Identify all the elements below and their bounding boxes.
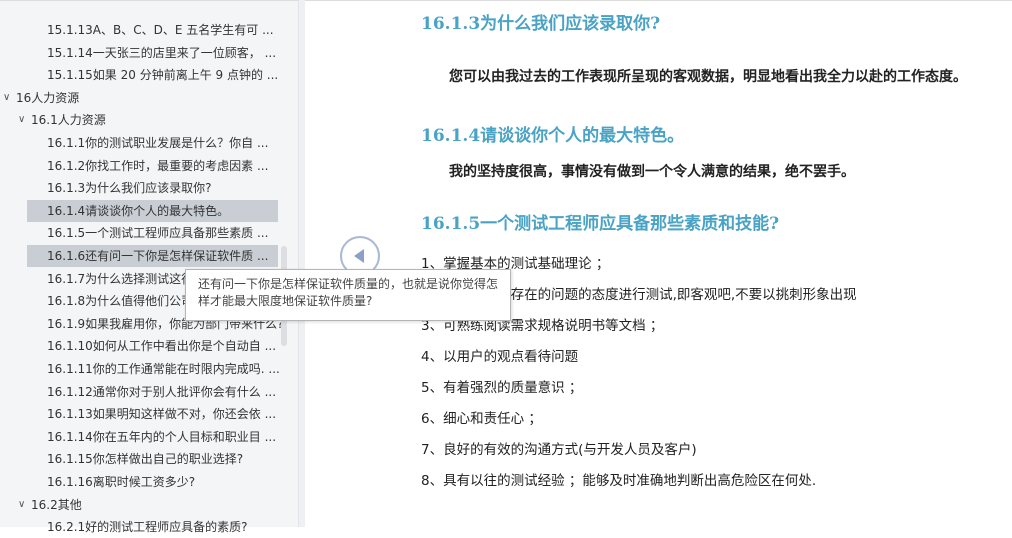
sidebar-item[interactable]: 16.1.7为什么选择测试这行? (0, 268, 200, 290)
sidebar-item[interactable]: 16.1.16离职时候工资多少? (0, 471, 195, 493)
chevron-down-icon[interactable]: ∨ (18, 494, 25, 516)
list-item: 5、有着强烈的质量意识 ； (421, 380, 583, 396)
sidebar-item[interactable]: 15.1.13A、B、C、D、E 五名学生有可 ... (0, 19, 274, 41)
sidebar-item[interactable]: 16.1.3为什么我们应该录取你? (0, 177, 212, 199)
sidebar-item-label: 16.1.4请谈谈你个人的最大特色。 (47, 203, 230, 218)
heading-16-1-4: 16.1.4请谈谈你个人的最大特色。 (421, 126, 685, 146)
list-item: 8、具有以往的测试经验 ；能够及时准确地判断出高危险区在何处. (421, 473, 817, 489)
sidebar-item-label: 16.1人力资源 (31, 113, 106, 128)
heading-16-1-5: 16.1.5一个测试工程师应具备那些素质和技能? (421, 214, 780, 234)
sidebar-item[interactable]: 16.1.6还有问一下你是怎样保证软件质 ... (27, 245, 278, 267)
paragraph-1: 您可以由我过去的工作表现所呈现的客观数据，明显地看出我全力以赴的工作态度。 (449, 69, 967, 85)
sidebar-item-label: 16.1.14你在五年内的个人目标和职业目 ... (47, 429, 277, 444)
sidebar-item[interactable]: ∨ 16.2其他 (0, 494, 82, 516)
sidebar-item-label: 16.1.16离职时候工资多少? (47, 475, 196, 489)
list-item: 6、细心和责任心 ； (421, 411, 542, 427)
sidebar-item-label: 16.1.11你的工作通常能在时限内完成吗. ... (47, 362, 280, 376)
sidebar-item-label: 16人力资源 (16, 90, 80, 105)
sidebar-item-label: 16.1.7为什么选择测试这行? (47, 271, 200, 286)
sidebar-item-label: 16.1.5一个测试工程师应具备那些素质 ... (47, 226, 269, 241)
chevron-down-icon[interactable]: ∨ (3, 87, 10, 109)
list-item: 7、良好的有效的沟通方式(与开发人员及客户) (421, 442, 697, 458)
sidebar-item-label: 16.2.1好的测试工程师应具备的素质? (47, 520, 248, 535)
outline-sidebar: 15.1.13A、B、C、D、E 五名学生有可 ... 15.1.14一天张三的店… (0, 0, 299, 534)
list-item: 4、以用户的观点看待问题 (421, 349, 579, 365)
sidebar-item[interactable]: 16.1.2你找工作时，最重要的考虑因素 ... (0, 155, 268, 177)
sidebar-item-label: 15.1.13A、B、C、D、E 五名学生有可 ... (47, 23, 274, 37)
sidebar-item[interactable]: 16.1.14你在五年内的个人目标和职业目 ... (0, 426, 276, 448)
sidebar-item[interactable]: 15.1.14一天张三的店里来了一位顾客， ... (0, 42, 276, 64)
sidebar-item-label: 16.1.3为什么我们应该录取你? (47, 181, 212, 196)
sidebar-item-label: 16.2其他 (31, 497, 82, 512)
sidebar-item[interactable]: 16.1.13如果明知这样做不对，你还会依 ... (0, 403, 276, 425)
sidebar-item-label: 16.1.15你怎样做出自己的职业选择? (47, 452, 244, 467)
sidebar-item-label: 16.1.1你的测试职业发展是什么？你自 ... (47, 136, 269, 150)
sidebar-item[interactable]: 16.1.1你的测试职业发展是什么？你自 ... (0, 132, 268, 154)
sidebar-item[interactable]: 16.1.15你怎样做出自己的职业选择? (0, 448, 243, 470)
sidebar-item[interactable]: ∨ 16人力资源 (0, 87, 79, 109)
sidebar-item[interactable]: 16.2.1好的测试工程师应具备的素质? (0, 516, 248, 538)
sidebar-item-label: 16.1.6还有问一下你是怎样保证软件质 ... (47, 249, 269, 263)
sidebar-item-label: 16.1.2你找工作时，最重要的考虑因素 ... (47, 158, 269, 173)
sidebar-item-label: 16.1.10如何从工作中看出你是个自动自 ... (47, 339, 277, 354)
sidebar-item[interactable]: 16.1.5一个测试工程师应具备那些素质 ... (0, 222, 268, 244)
sidebar-item[interactable]: 16.1.12通常你对于别人批评你会有什么 ... (0, 381, 276, 403)
sidebar-item[interactable]: 16.1.11你的工作通常能在时限内完成吗. ... (0, 358, 280, 380)
heading-16-1-3: 16.1.3为什么我们应该录取你? (421, 14, 661, 34)
sidebar-item-label: 16.1.13如果明知这样做不对，你还会依 ... (47, 407, 277, 422)
sidebar-item[interactable]: 16.1.10如何从工作中看出你是个自动自 ... (0, 335, 276, 357)
sidebar-item[interactable]: 16.1.4请谈谈你个人的最大特色。 (27, 199, 278, 222)
sidebar-item-label: 15.1.14一天张三的店里来了一位顾客， ... (47, 45, 277, 60)
chevron-down-icon[interactable]: ∨ (18, 109, 25, 131)
tooltip: 还有问一下你是怎样保证软件质量的，也就是说你觉得怎样才能最大限度地保证软件质量? (185, 269, 511, 321)
sidebar-item-label: 16.1.12通常你对于别人批评你会有什么 ... (47, 384, 277, 399)
sidebar-item[interactable]: ∨ 16.1人力资源 (0, 109, 106, 131)
sidebar-item-label: 15.1.15如果 20 分钟前离上午 9 点钟的 ... (47, 68, 279, 83)
sidebar-item[interactable]: 15.1.15如果 20 分钟前离上午 9 点钟的 ... (0, 64, 278, 86)
paragraph-2: 我的坚持度很高，事情没有做到一个令人满意的结果，绝不罢手。 (449, 164, 855, 180)
document-content: 16.1.3为什么我们应该录取你? 您可以由我过去的工作表现所呈现的客观数据，明… (305, 0, 1012, 527)
